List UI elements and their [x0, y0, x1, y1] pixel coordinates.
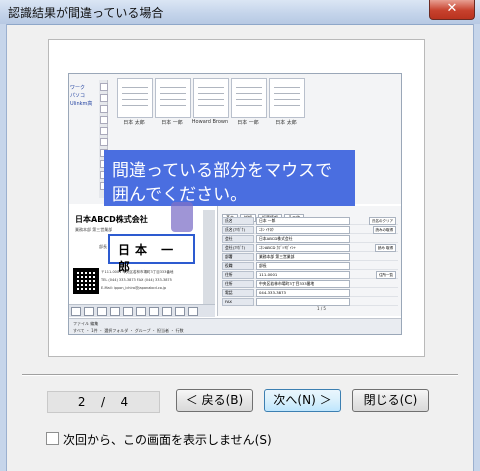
form-tabs: 基本詳細振替情報その他 [222, 208, 306, 222]
illustration-panel: ワーク パソコ Ulinkm高 日本 太郎 日本 一郎 Howard Brown… [48, 39, 425, 357]
card-thumbnail [155, 78, 191, 118]
next-button[interactable]: 次へ(N) ＞ [264, 389, 341, 412]
window-title: 認識結果が間違っている場合 [8, 6, 164, 20]
company-logo [171, 202, 193, 232]
card-address: 〒111-0001 中央区若林市場町3丁目333番地 [101, 270, 174, 274]
bottom-bar: ファイル 編集 すべて ・ 1件 ・ 選択フォルダ ・ グループ ・ 担当者 ・… [69, 318, 401, 334]
thumbnail-label: 日本 一郎 [161, 120, 183, 126]
card-phone: TEL (044) 333-3873 FAX (044) 333-3875 [101, 278, 172, 282]
close-button[interactable]: 閉じる(C) [352, 389, 429, 412]
dont-show-again-label[interactable]: 次回から、この画面を表示しません(S) [63, 431, 272, 448]
form-row: 氏名(ﾌﾘｶﾞﾅ) ﾆﾎﾝ ｲﾁﾛｳ 読みの取得 [222, 225, 398, 234]
form-row: 氏名 日本 一郎 氏名のクリア [222, 216, 398, 225]
form-row: 部署 業務本部 第三営業部 [222, 252, 398, 261]
close-icon[interactable]: ✕ [429, 0, 475, 20]
side-label: パソコ [70, 93, 86, 99]
form-pane: 基本詳細振替情報その他 氏名日本 一郎氏名のクリア 氏名(ﾌﾘｶﾞﾅ)ﾆﾎﾝ ｲ… [217, 206, 401, 316]
card-thumbnail [117, 78, 153, 118]
page-separator: / [100, 395, 107, 409]
card-thumbnail [231, 78, 267, 118]
card-title: 部長 [99, 244, 107, 249]
mini-pager: 1 / 5 [317, 306, 326, 311]
qr-code [73, 268, 99, 294]
separator [22, 374, 458, 376]
total-pages: 4 [120, 395, 130, 409]
thumbnail-label: 日本 太郎 [275, 120, 297, 126]
current-page: 2 [77, 395, 87, 409]
window-frame-left [0, 24, 7, 471]
card-email: E-Mail: ippon_ichiro@japanabcd.co.jp [101, 286, 167, 290]
illustration-screenshot: ワーク パソコ Ulinkm高 日本 太郎 日本 一郎 Howard Brown… [68, 73, 402, 335]
form-row: 会社 日本ABCD株式会社 [222, 234, 398, 243]
form-row: 会社(ﾌﾘｶﾞﾅ) ﾆﾎﾝABCD ｶﾌﾞｼｷｶﾞｲｼｬ 読み 取得 [222, 243, 398, 252]
bottom-bar-menu: ファイル 編集 [73, 321, 99, 326]
instruction-callout: 間違っている部分をマウスで 囲んでください。 [104, 150, 355, 206]
callout-line-1: 間違っている部分をマウスで [112, 161, 333, 181]
form-row: FAX [222, 297, 398, 306]
form-row: 役職 部長 [222, 261, 398, 270]
side-label: Ulinkm高 [70, 101, 93, 107]
business-card-image: 日本ABCD株式会社 業務本部 第三営業部 部長 日本 一郎 〒111-0001… [69, 202, 204, 304]
bottom-bar-filters: すべて ・ 1件 ・ 選択フォルダ ・ グループ ・ 担当者 ・ 行数 [73, 328, 184, 333]
form-row: 住所 111-0001 住所一覧 [222, 270, 398, 279]
card-company: 日本ABCD株式会社 [75, 215, 148, 224]
thumbnail-label: 日本 一郎 [237, 120, 259, 126]
card-thumbnail [193, 78, 229, 118]
form-row: 住所 中央区若林市場町3丁目333番地 [222, 279, 398, 288]
thumbnail-label: Howard Brown [191, 119, 229, 125]
selection-box: 日本 一郎 [108, 234, 195, 274]
window-frame-right [473, 24, 480, 471]
card-thumbnail [269, 78, 305, 118]
dont-show-again-checkbox[interactable] [46, 432, 59, 445]
page-indicator: 2 / 4 [47, 391, 160, 413]
card-toolbar [69, 304, 215, 317]
thumbnail-label: 日本 太郎 [123, 120, 145, 126]
form-row: 電話 044-333-3873 [222, 288, 398, 297]
card-department: 業務本部 第三営業部 [75, 227, 113, 232]
back-button[interactable]: ＜ 戻る(B) [176, 389, 253, 412]
card-scroll-strip [203, 210, 215, 304]
side-label: ワーク [70, 85, 86, 91]
title-bar: 認識結果が間違っている場合 ✕ [0, 0, 480, 25]
